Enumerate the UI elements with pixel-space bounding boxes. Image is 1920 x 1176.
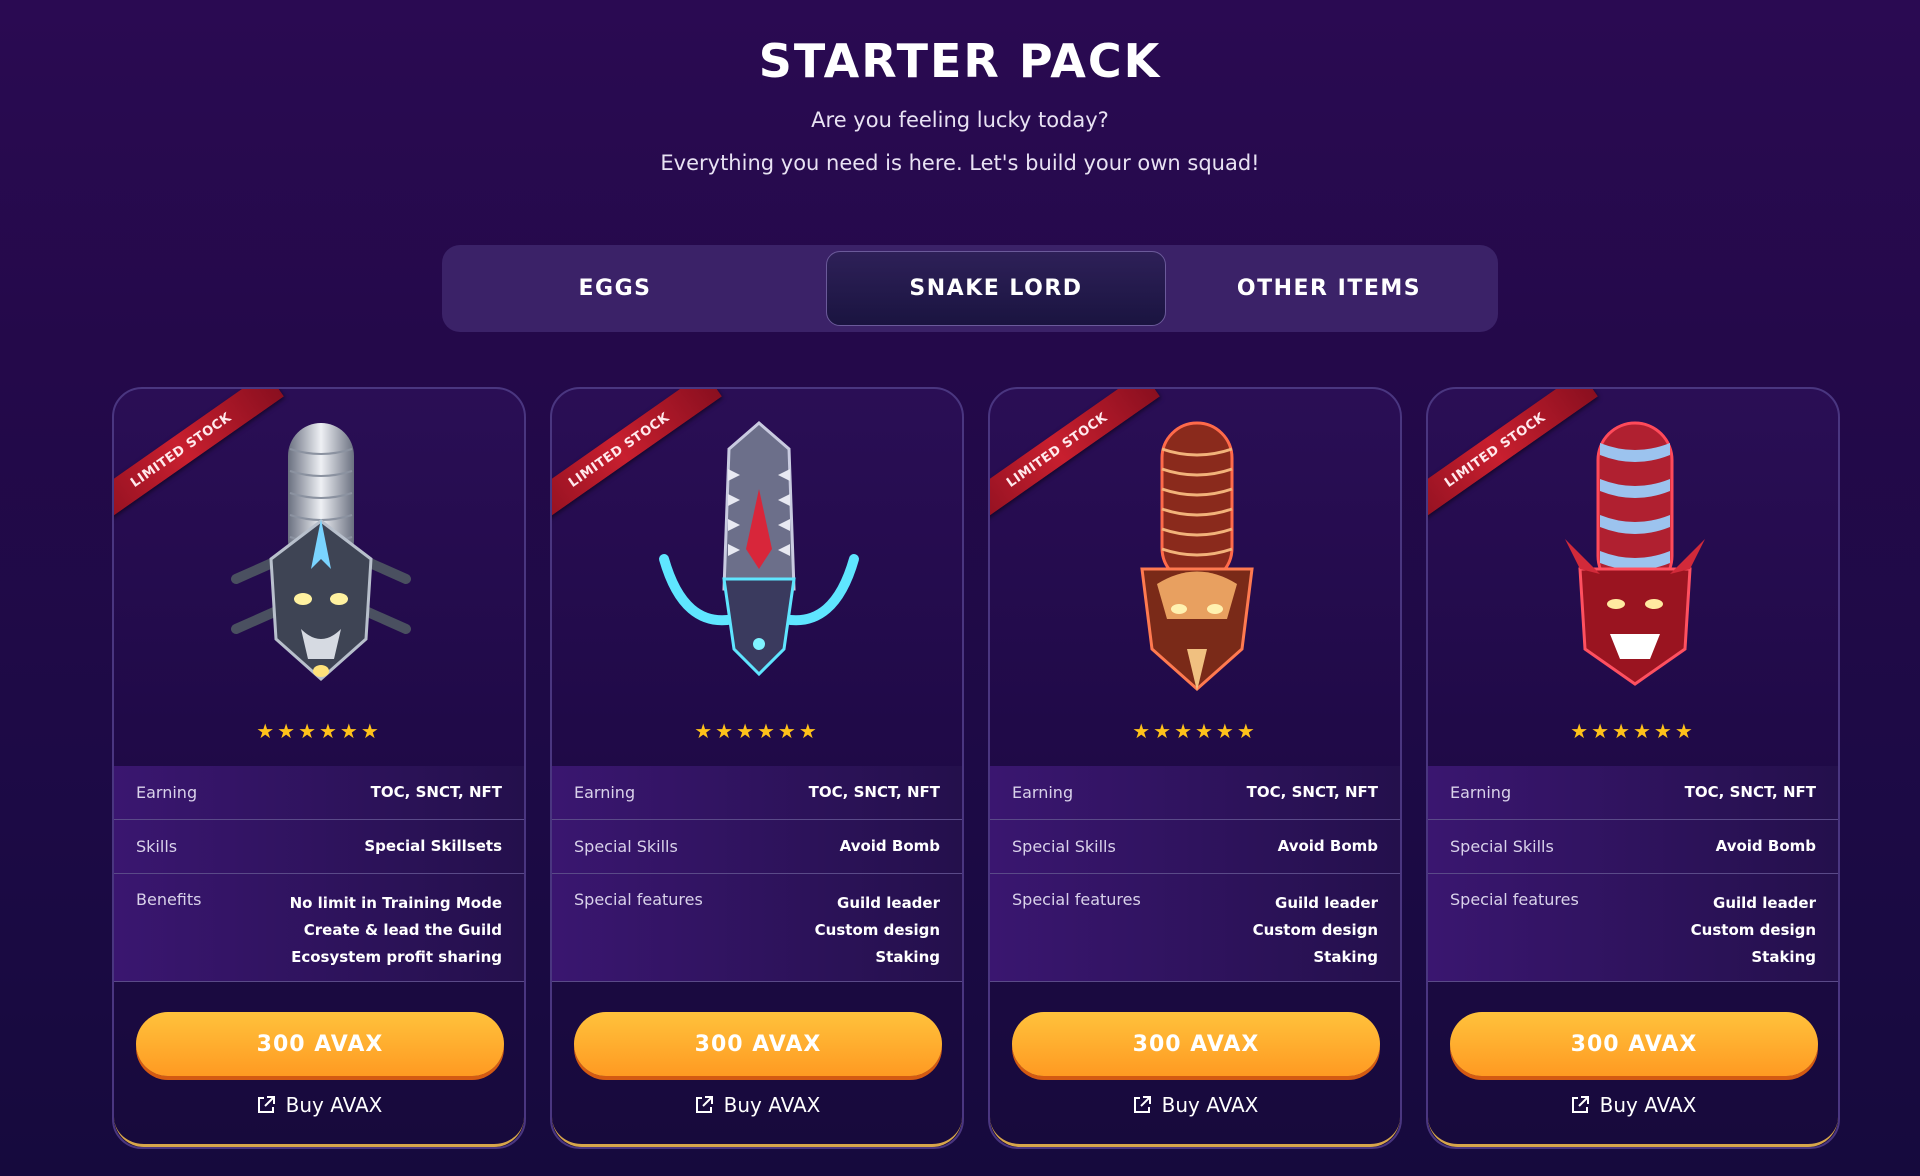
cyan-dragon-snake-icon [659, 421, 859, 677]
stat-value-line: Staking [1751, 948, 1816, 966]
stat-value-list: Guild leader Custom design Staking [815, 890, 940, 981]
tab-other-items[interactable]: OTHER ITEMS [1166, 251, 1492, 326]
stat-value-line: Guild leader [1275, 894, 1378, 912]
external-link-icon [1133, 1096, 1151, 1113]
buy-avax-label: Buy AVAX [1161, 1093, 1259, 1117]
stat-label: Benefits [136, 890, 202, 909]
stats-table: Earning TOC, SNCT, NFT Special Skills Av… [552, 766, 962, 982]
stat-value-line: Custom design [1252, 921, 1378, 939]
page-subtitle: Are you feeling lucky today? [811, 108, 1109, 132]
price-button[interactable]: 300 AVAX [574, 1012, 942, 1076]
stats-table: Earning TOC, SNCT, NFT Skills Special Sk… [114, 766, 524, 982]
buy-avax-link[interactable]: Buy AVAX [114, 1093, 524, 1117]
stat-value-list: No limit in Training Mode Create & lead … [290, 890, 502, 981]
stat-value-line: Guild leader [1713, 894, 1816, 912]
external-link-icon [257, 1096, 275, 1113]
stats-table: Earning TOC, SNCT, NFT Special Skills Av… [990, 766, 1400, 982]
stat-label: Earning [136, 783, 198, 802]
stat-label: Earning [1450, 783, 1512, 802]
product-card: LIMITED STOCK ★★★★★★ Earning TOC, SNCT, … [1426, 387, 1840, 1149]
stat-row-special-skills: Special Skills Avoid Bomb [1428, 820, 1838, 874]
page-title: STARTER PACK [758, 34, 1162, 88]
price-button[interactable]: 300 AVAX [1450, 1012, 1818, 1076]
stat-label: Special Skills [574, 837, 678, 856]
stat-row-earning: Earning TOC, SNCT, NFT [990, 766, 1400, 820]
stat-label: Special Skills [1450, 837, 1554, 856]
tab-snake-lord[interactable]: SNAKE LORD [826, 251, 1166, 326]
stat-value: Special Skillsets [364, 837, 502, 855]
stat-row-special-features: Special features Guild leader Custom des… [1428, 874, 1838, 982]
stat-value: Avoid Bomb [1715, 837, 1816, 855]
stat-label: Special Skills [1012, 837, 1116, 856]
stat-value: Avoid Bomb [1277, 837, 1378, 855]
external-link-icon [695, 1096, 713, 1113]
external-link-icon [1571, 1096, 1589, 1113]
product-card: LIMITED STOCK ★★★★★★ Earning TOC, SNCT, … [112, 387, 526, 1149]
star-rating: ★★★★★★ [1132, 719, 1258, 743]
star-rating: ★★★★★★ [694, 719, 820, 743]
stat-value-line: Ecosystem profit sharing [291, 948, 502, 966]
stat-row-earning: Earning TOC, SNCT, NFT [552, 766, 962, 820]
stat-value-line: Custom design [1690, 921, 1816, 939]
stat-row-earning: Earning TOC, SNCT, NFT [1428, 766, 1838, 820]
price-button[interactable]: 300 AVAX [1012, 1012, 1380, 1076]
star-rating: ★★★★★★ [256, 719, 382, 743]
stat-value: TOC, SNCT, NFT [1246, 783, 1378, 801]
page-tagline: Everything you need is here. Let's build… [660, 151, 1260, 175]
silver-lion-snake-icon [231, 423, 411, 682]
stat-row-benefits: Benefits No limit in Training Mode Creat… [114, 874, 524, 982]
tab-eggs[interactable]: EGGS [448, 251, 782, 326]
buy-avax-link[interactable]: Buy AVAX [1428, 1093, 1838, 1117]
stat-row-special-skills: Special Skills Avoid Bomb [552, 820, 962, 874]
stat-label: Special features [1450, 890, 1579, 909]
stat-label: Special features [1012, 890, 1141, 909]
buy-avax-link[interactable]: Buy AVAX [990, 1093, 1400, 1117]
stats-table: Earning TOC, SNCT, NFT Special Skills Av… [1428, 766, 1838, 982]
red-demon-snake-icon [1565, 421, 1705, 686]
stat-value-list: Guild leader Custom design Staking [1253, 890, 1378, 981]
stat-value-line: Staking [1313, 948, 1378, 966]
stat-row-special-features: Special features Guild leader Custom des… [990, 874, 1400, 982]
stat-value: TOC, SNCT, NFT [370, 783, 502, 801]
buy-avax-link[interactable]: Buy AVAX [552, 1093, 962, 1117]
stat-value: Avoid Bomb [839, 837, 940, 855]
buy-avax-label: Buy AVAX [723, 1093, 821, 1117]
stat-value: TOC, SNCT, NFT [808, 783, 940, 801]
buy-avax-label: Buy AVAX [1599, 1093, 1697, 1117]
buy-avax-label: Buy AVAX [285, 1093, 383, 1117]
stat-value-line: Staking [875, 948, 940, 966]
product-card: LIMITED STOCK ★★★★★★ Earning TOC, SNCT, … [550, 387, 964, 1149]
stat-value-line: Custom design [814, 921, 940, 939]
stat-value-list: Guild leader Custom design Staking [1691, 890, 1816, 981]
star-rating: ★★★★★★ [1570, 719, 1696, 743]
stat-row-skills: Skills Special Skillsets [114, 820, 524, 874]
stat-label: Skills [136, 837, 178, 856]
stat-value-line: No limit in Training Mode [289, 894, 502, 912]
stat-row-special-skills: Special Skills Avoid Bomb [990, 820, 1400, 874]
stat-label: Special features [574, 890, 703, 909]
bronze-serpent-snake-icon [1140, 421, 1254, 692]
stat-value-line: Guild leader [837, 894, 940, 912]
price-button[interactable]: 300 AVAX [136, 1012, 504, 1076]
stat-value-line: Create & lead the Guild [303, 921, 502, 939]
stat-value: TOC, SNCT, NFT [1684, 783, 1816, 801]
category-tabs: EGGS SNAKE LORD OTHER ITEMS [442, 245, 1498, 332]
stat-row-earning: Earning TOC, SNCT, NFT [114, 766, 524, 820]
stat-label: Earning [574, 783, 636, 802]
stat-row-special-features: Special features Guild leader Custom des… [552, 874, 962, 982]
stat-label: Earning [1012, 783, 1074, 802]
product-card: LIMITED STOCK ★★★★★★ Earning TOC, SNCT, … [988, 387, 1402, 1149]
